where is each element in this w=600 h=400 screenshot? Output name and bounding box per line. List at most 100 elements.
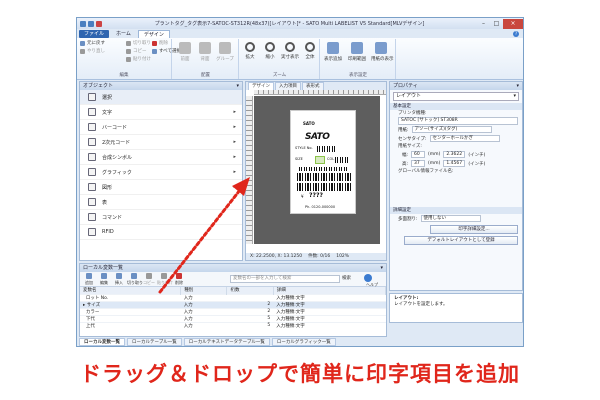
table-row[interactable]: 上代 入力 5 入力種類:文字 — [80, 321, 386, 329]
label-barcode-row-1[interactable] — [299, 167, 349, 171]
object-item-0[interactable]: 選択 — [80, 90, 242, 105]
canvas-zoom[interactable]: 102% — [336, 253, 349, 260]
group-icon — [219, 42, 231, 54]
toolbar-button-4[interactable]: コピー — [142, 273, 156, 286]
minimize-button[interactable]: – — [477, 19, 490, 29]
fit-all-button[interactable]: 全体 — [300, 42, 320, 60]
print-range-label: 印刷範囲 — [348, 57, 366, 62]
tab-design[interactable]: デザイン — [248, 82, 274, 90]
paper-view-button[interactable]: 用紙の表示 — [371, 42, 394, 62]
column-header[interactable]: 変数名 — [80, 287, 182, 294]
label-color-line[interactable]: COL — [327, 157, 334, 161]
menu-file[interactable]: ファイル — [79, 29, 110, 38]
label-price[interactable]: ???? — [309, 192, 323, 199]
help-label[interactable]: ヘルプ — [366, 282, 378, 288]
close-button[interactable]: × — [503, 18, 523, 29]
search-button[interactable]: 検索 — [342, 275, 351, 281]
default-layout-button[interactable]: デフォルトレイアウトとして登録 — [404, 236, 518, 245]
bottom-tab-2[interactable]: ローカルテキストデータテーブル一覧 — [183, 338, 270, 346]
table-row[interactable]: 下代 入力 5 入力種類:文字 — [80, 314, 386, 322]
property-target-value: レイアウト — [396, 93, 422, 99]
toolbar-icon — [86, 273, 92, 279]
label-style-line[interactable]: STYLE No. — [295, 146, 313, 150]
label-barcode-row-2[interactable] — [297, 173, 351, 181]
section-detail[interactable]: 詳細設定 — [390, 207, 522, 214]
zoom-in-button[interactable]: 拡大 — [240, 42, 260, 60]
label-size-line[interactable]: SIZE — [295, 157, 303, 161]
object-item-2[interactable]: バーコード ▸ — [80, 120, 242, 135]
cell-kind: 入力 — [180, 307, 227, 315]
help-icon[interactable]: ? — [513, 30, 519, 37]
property-target-select[interactable]: レイアウト ▾ — [393, 92, 519, 101]
pin-icon[interactable]: ▾ — [516, 82, 519, 90]
variable-search-input[interactable]: 変数名の一部を入力して検索 — [230, 275, 340, 283]
toolbar-button-0[interactable]: 追加 — [82, 273, 96, 286]
pin-icon[interactable]: ▾ — [236, 82, 239, 90]
print-range-button[interactable]: 印刷範囲 — [347, 42, 367, 62]
object-item-label: 選択 — [102, 94, 113, 101]
variable-name: カラー — [85, 309, 100, 315]
object-item-4[interactable]: 合成シンボル ▸ — [80, 150, 242, 165]
toolbar-icon — [176, 273, 182, 279]
tab-input-items[interactable]: 入力項目 — [275, 82, 301, 90]
label-preview[interactable]: SATO SATO STYLE No. SIZE COL ¥ ???? Ph. … — [290, 110, 356, 214]
bottom-tab-0[interactable]: ローカル変数一覧 — [79, 338, 125, 346]
object-item-label: 2次元コード — [102, 139, 131, 146]
object-item-3[interactable]: 2次元コード ▸ — [80, 135, 242, 150]
send-back-button[interactable]: 背面 — [195, 42, 215, 62]
layout-canvas[interactable]: SATO SATO STYLE No. SIZE COL ¥ ???? Ph. … — [254, 96, 380, 244]
multi-select[interactable]: 使用しない — [420, 215, 481, 222]
bottom-tab-1[interactable]: ローカルテーブル一覧 — [127, 338, 182, 346]
actual-size-button[interactable]: 実寸表示 — [280, 42, 300, 60]
column-header[interactable]: 桁数 — [226, 287, 274, 294]
toolbar-button-2[interactable]: 挿入 — [112, 273, 126, 286]
tab-table-format[interactable]: 表形式 — [302, 82, 324, 90]
object-item-6[interactable]: 図形 ▸ — [80, 180, 242, 195]
label-color-barcode[interactable] — [335, 157, 349, 163]
label-style-barcode[interactable] — [317, 146, 337, 152]
table-row[interactable]: ▸ サイズ 入力 2 入力種類:文字 — [80, 300, 386, 308]
zoom-out-button[interactable]: 縮小 — [260, 42, 280, 60]
label-barcode-row-3[interactable] — [297, 183, 351, 191]
maximize-button[interactable]: □ — [490, 19, 503, 29]
display-add-label: 表示追加 — [324, 57, 342, 62]
object-item-5[interactable]: グラフィック ▸ — [80, 165, 242, 180]
section-basic[interactable]: 基本設定 — [390, 103, 522, 110]
sensor-select[interactable]: センターホールかぎ — [429, 135, 500, 142]
height-input[interactable]: 37 — [411, 160, 426, 167]
printer-field[interactable]: SATOC [サトック] ST308R — [398, 117, 518, 125]
column-header[interactable]: 詳細 — [273, 287, 387, 294]
group-button[interactable]: グループ — [215, 42, 235, 62]
object-item-7[interactable]: 表 — [80, 195, 242, 210]
redo-button[interactable]: やり直し — [77, 47, 123, 55]
undo-icon[interactable] — [96, 20, 102, 27]
table-row[interactable]: カラー 入力 2 入力種類:文字 — [80, 307, 386, 315]
actual-size-icon — [285, 42, 295, 52]
width-label: 幅: — [402, 152, 409, 158]
column-header[interactable]: 種別 — [180, 287, 228, 294]
menu-home[interactable]: ホーム — [111, 30, 136, 38]
print-detail-button[interactable]: 印字詳細設定... — [430, 225, 518, 234]
toolbar-button-1[interactable]: 編集 — [97, 273, 111, 286]
table-row[interactable]: ロット No. 入力 入力種類:文字 — [80, 293, 386, 301]
undo-button[interactable]: 元に戻す — [77, 39, 123, 47]
bottom-tab-3[interactable]: ローカルグラフィック一覧 — [271, 338, 336, 346]
help-icon[interactable] — [364, 274, 372, 282]
menu-design[interactable]: デザイン — [137, 29, 170, 38]
object-item-1[interactable]: 文字 ▸ — [80, 105, 242, 120]
toolbar-button-6[interactable]: 削除 — [172, 273, 186, 286]
object-item-8[interactable]: コマンド — [80, 210, 242, 225]
toolbar-button-5[interactable]: 貼り付け — [157, 273, 173, 286]
group-label-display: 表示設定 — [349, 73, 367, 78]
toolbar-button-3[interactable]: 切り取り — [127, 273, 143, 286]
variable-name: ロット No. — [85, 295, 109, 301]
paper-select[interactable]: アソー(サイズ)(タグ) — [411, 126, 492, 133]
variable-name: 下代 — [85, 316, 95, 322]
save-icon[interactable] — [88, 20, 94, 27]
pin-icon[interactable]: ▾ — [380, 264, 383, 272]
width-input[interactable]: 60 — [411, 151, 426, 158]
paste-button[interactable]: 貼り付け — [123, 55, 171, 63]
bring-front-button[interactable]: 前面 — [175, 42, 195, 62]
display-add-button[interactable]: 表示追加 — [323, 42, 343, 62]
object-item-9[interactable]: RFID — [80, 225, 242, 240]
